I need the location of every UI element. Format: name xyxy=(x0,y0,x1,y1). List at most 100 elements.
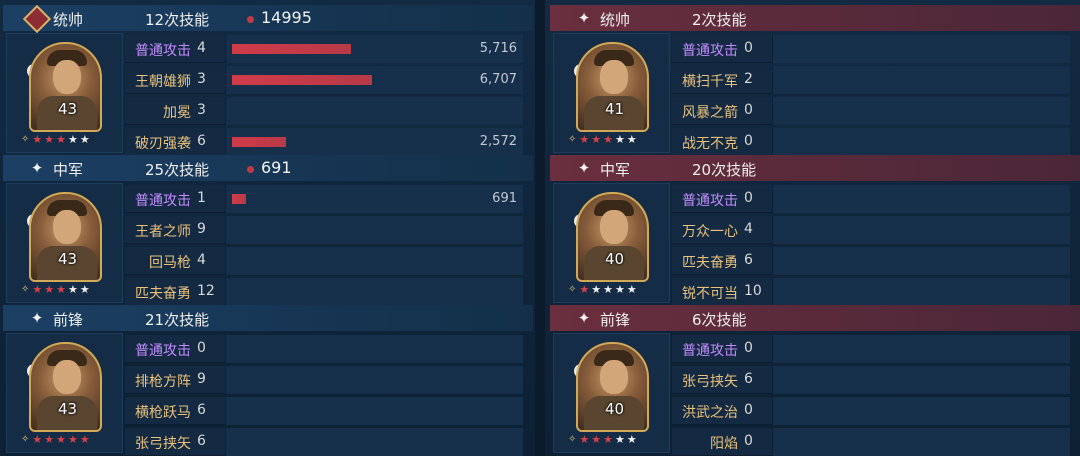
star-icon: ★ xyxy=(79,133,90,146)
general-card[interactable]: ⚔43✧★★★★★ xyxy=(6,33,123,153)
general-level: 43 xyxy=(57,100,78,118)
damage-track xyxy=(225,278,523,306)
star-icon: ★ xyxy=(579,433,590,446)
right-team-panel: ✦统帅2次技能⚔41✧★★★★★普通攻击0横扫千军2风暴之箭0战无不克0✦中军2… xyxy=(550,0,1080,456)
skill-use-count: 6 xyxy=(197,402,206,418)
star-rating: ✧ ★ ★ ★ ★ ★ xyxy=(568,133,658,147)
skill-row: 王者之师 9 xyxy=(125,216,523,244)
rank-icon: ✧ xyxy=(568,284,577,295)
general-card[interactable]: ⚔43✧★★★★★ xyxy=(6,333,123,453)
panel-divider xyxy=(535,0,545,456)
star-icon: ✦ xyxy=(30,159,44,177)
skill-name: 锐不可当 xyxy=(682,286,738,302)
general-level: 43 xyxy=(57,400,78,418)
skill-count: 12次技能 xyxy=(145,11,210,29)
skill-row: 普通攻击 0 xyxy=(672,185,1070,213)
damage-track xyxy=(225,428,523,456)
skill-use-count: 9 xyxy=(197,221,206,237)
skill-name: 王朝雄狮 xyxy=(135,74,191,90)
skill-name: 普通攻击 xyxy=(682,343,738,359)
rank-icon: ✧ xyxy=(568,134,577,145)
skill-use-count: 3 xyxy=(197,102,206,118)
section-header: ✦ 中军 25次技能 691 xyxy=(3,155,533,181)
section-header: ✦ 前锋 21次技能 xyxy=(3,305,533,331)
general-section: ✦前锋21次技能⚔43✧★★★★★普通攻击0排枪方阵9横枪跃马6张弓挟矢6 xyxy=(3,305,533,456)
skill-use-count: 9 xyxy=(197,371,206,387)
skill-name: 横枪跃马 xyxy=(135,405,191,421)
general-card[interactable]: ⚔40✧★★★★★ xyxy=(553,333,670,453)
skill-use-count: 6 xyxy=(744,252,753,268)
damage-bar xyxy=(232,137,286,147)
star-icon: ★ xyxy=(591,433,602,446)
skill-use-count: 0 xyxy=(744,340,753,356)
star-icon: ★ xyxy=(68,283,78,296)
skill-use-count: 1 xyxy=(197,190,206,206)
star-icon: ★ xyxy=(56,283,67,296)
skill-use-count: 10 xyxy=(744,283,762,299)
star-icon: ★ xyxy=(79,433,90,446)
damage-track: 6,707 xyxy=(225,66,523,94)
damage-track xyxy=(772,35,1070,63)
damage-track xyxy=(225,247,523,275)
star-rating: ✧ ★ ★ ★ ★ ★ xyxy=(21,433,111,447)
skill-use-count: 6 xyxy=(197,133,206,149)
star-icon: ✦ xyxy=(577,9,591,27)
skill-use-count: 0 xyxy=(744,402,753,418)
skill-row: 锐不可当 10 xyxy=(672,278,1070,306)
general-portrait: 43 xyxy=(29,342,102,432)
general-level: 43 xyxy=(57,250,78,268)
skill-row: 普通攻击 0 xyxy=(672,35,1070,63)
damage-track xyxy=(225,366,523,394)
general-portrait: 40 xyxy=(576,192,649,282)
skill-use-count: 3 xyxy=(197,71,206,87)
section-header: ✦ 统帅 2次技能 xyxy=(550,5,1080,31)
skill-row: 战无不克 0 xyxy=(672,128,1070,156)
damage-track: 5,716 xyxy=(225,35,523,63)
skill-count: 2次技能 xyxy=(692,11,747,29)
star-icon: ★ xyxy=(32,133,43,146)
skill-name: 张弓挟矢 xyxy=(682,374,738,390)
general-card[interactable]: ⚔43✧★★★★★ xyxy=(6,183,123,303)
skill-row: 匹夫奋勇 12 xyxy=(125,278,523,306)
star-rating: ✧ ★ ★ ★ ★ ★ xyxy=(568,283,658,297)
star-icon: ★ xyxy=(615,433,625,446)
damage-value: 5,716 xyxy=(479,41,517,56)
damage-track xyxy=(772,335,1070,363)
skill-name: 战无不克 xyxy=(682,136,738,152)
damage-track xyxy=(772,216,1070,244)
star-icon: ★ xyxy=(68,133,78,146)
general-card[interactable]: ⚔40✧★★★★★ xyxy=(553,183,670,303)
skill-row: 风暴之箭 0 xyxy=(672,97,1070,125)
role-label: 中军 xyxy=(53,161,84,179)
skill-count: 25次技能 xyxy=(145,161,210,179)
skill-row: 回马枪 4 xyxy=(125,247,523,275)
skill-use-count: 4 xyxy=(744,221,753,237)
general-card[interactable]: ⚔41✧★★★★★ xyxy=(553,33,670,153)
general-level: 40 xyxy=(604,250,625,268)
star-icon: ★ xyxy=(591,283,602,296)
skill-row: 横扫千军 2 xyxy=(672,66,1070,94)
damage-track xyxy=(772,66,1070,94)
skill-name: 普通攻击 xyxy=(682,193,738,209)
skill-use-count: 2 xyxy=(744,71,753,87)
skill-use-count: 0 xyxy=(744,102,753,118)
commander-badge-icon xyxy=(22,4,52,34)
skill-use-count: 12 xyxy=(197,283,215,299)
damage-track: 2,572 xyxy=(225,128,523,156)
skill-row: 万众一心 4 xyxy=(672,216,1070,244)
skill-row: 排枪方阵 9 xyxy=(125,366,523,394)
skill-name: 王者之师 xyxy=(135,224,191,240)
star-icon: ★ xyxy=(44,133,55,146)
star-icon: ★ xyxy=(615,283,625,296)
skill-use-count: 0 xyxy=(744,40,753,56)
left-team-panel: 统帅12次技能14995⚔43✧★★★★★普通攻击45,716王朝雄狮36,70… xyxy=(3,0,533,456)
damage-track: 691 xyxy=(225,185,523,213)
total-damage: 14995 xyxy=(261,8,312,27)
general-section: ✦中军25次技能691⚔43✧★★★★★普通攻击1691王者之师9回马枪4匹夫奋… xyxy=(3,155,533,306)
role-label: 统帅 xyxy=(53,11,84,29)
rank-icon: ✧ xyxy=(21,134,30,145)
damage-track xyxy=(772,97,1070,125)
star-icon: ★ xyxy=(603,133,614,146)
star-icon: ★ xyxy=(591,133,602,146)
damage-bar xyxy=(232,194,246,204)
